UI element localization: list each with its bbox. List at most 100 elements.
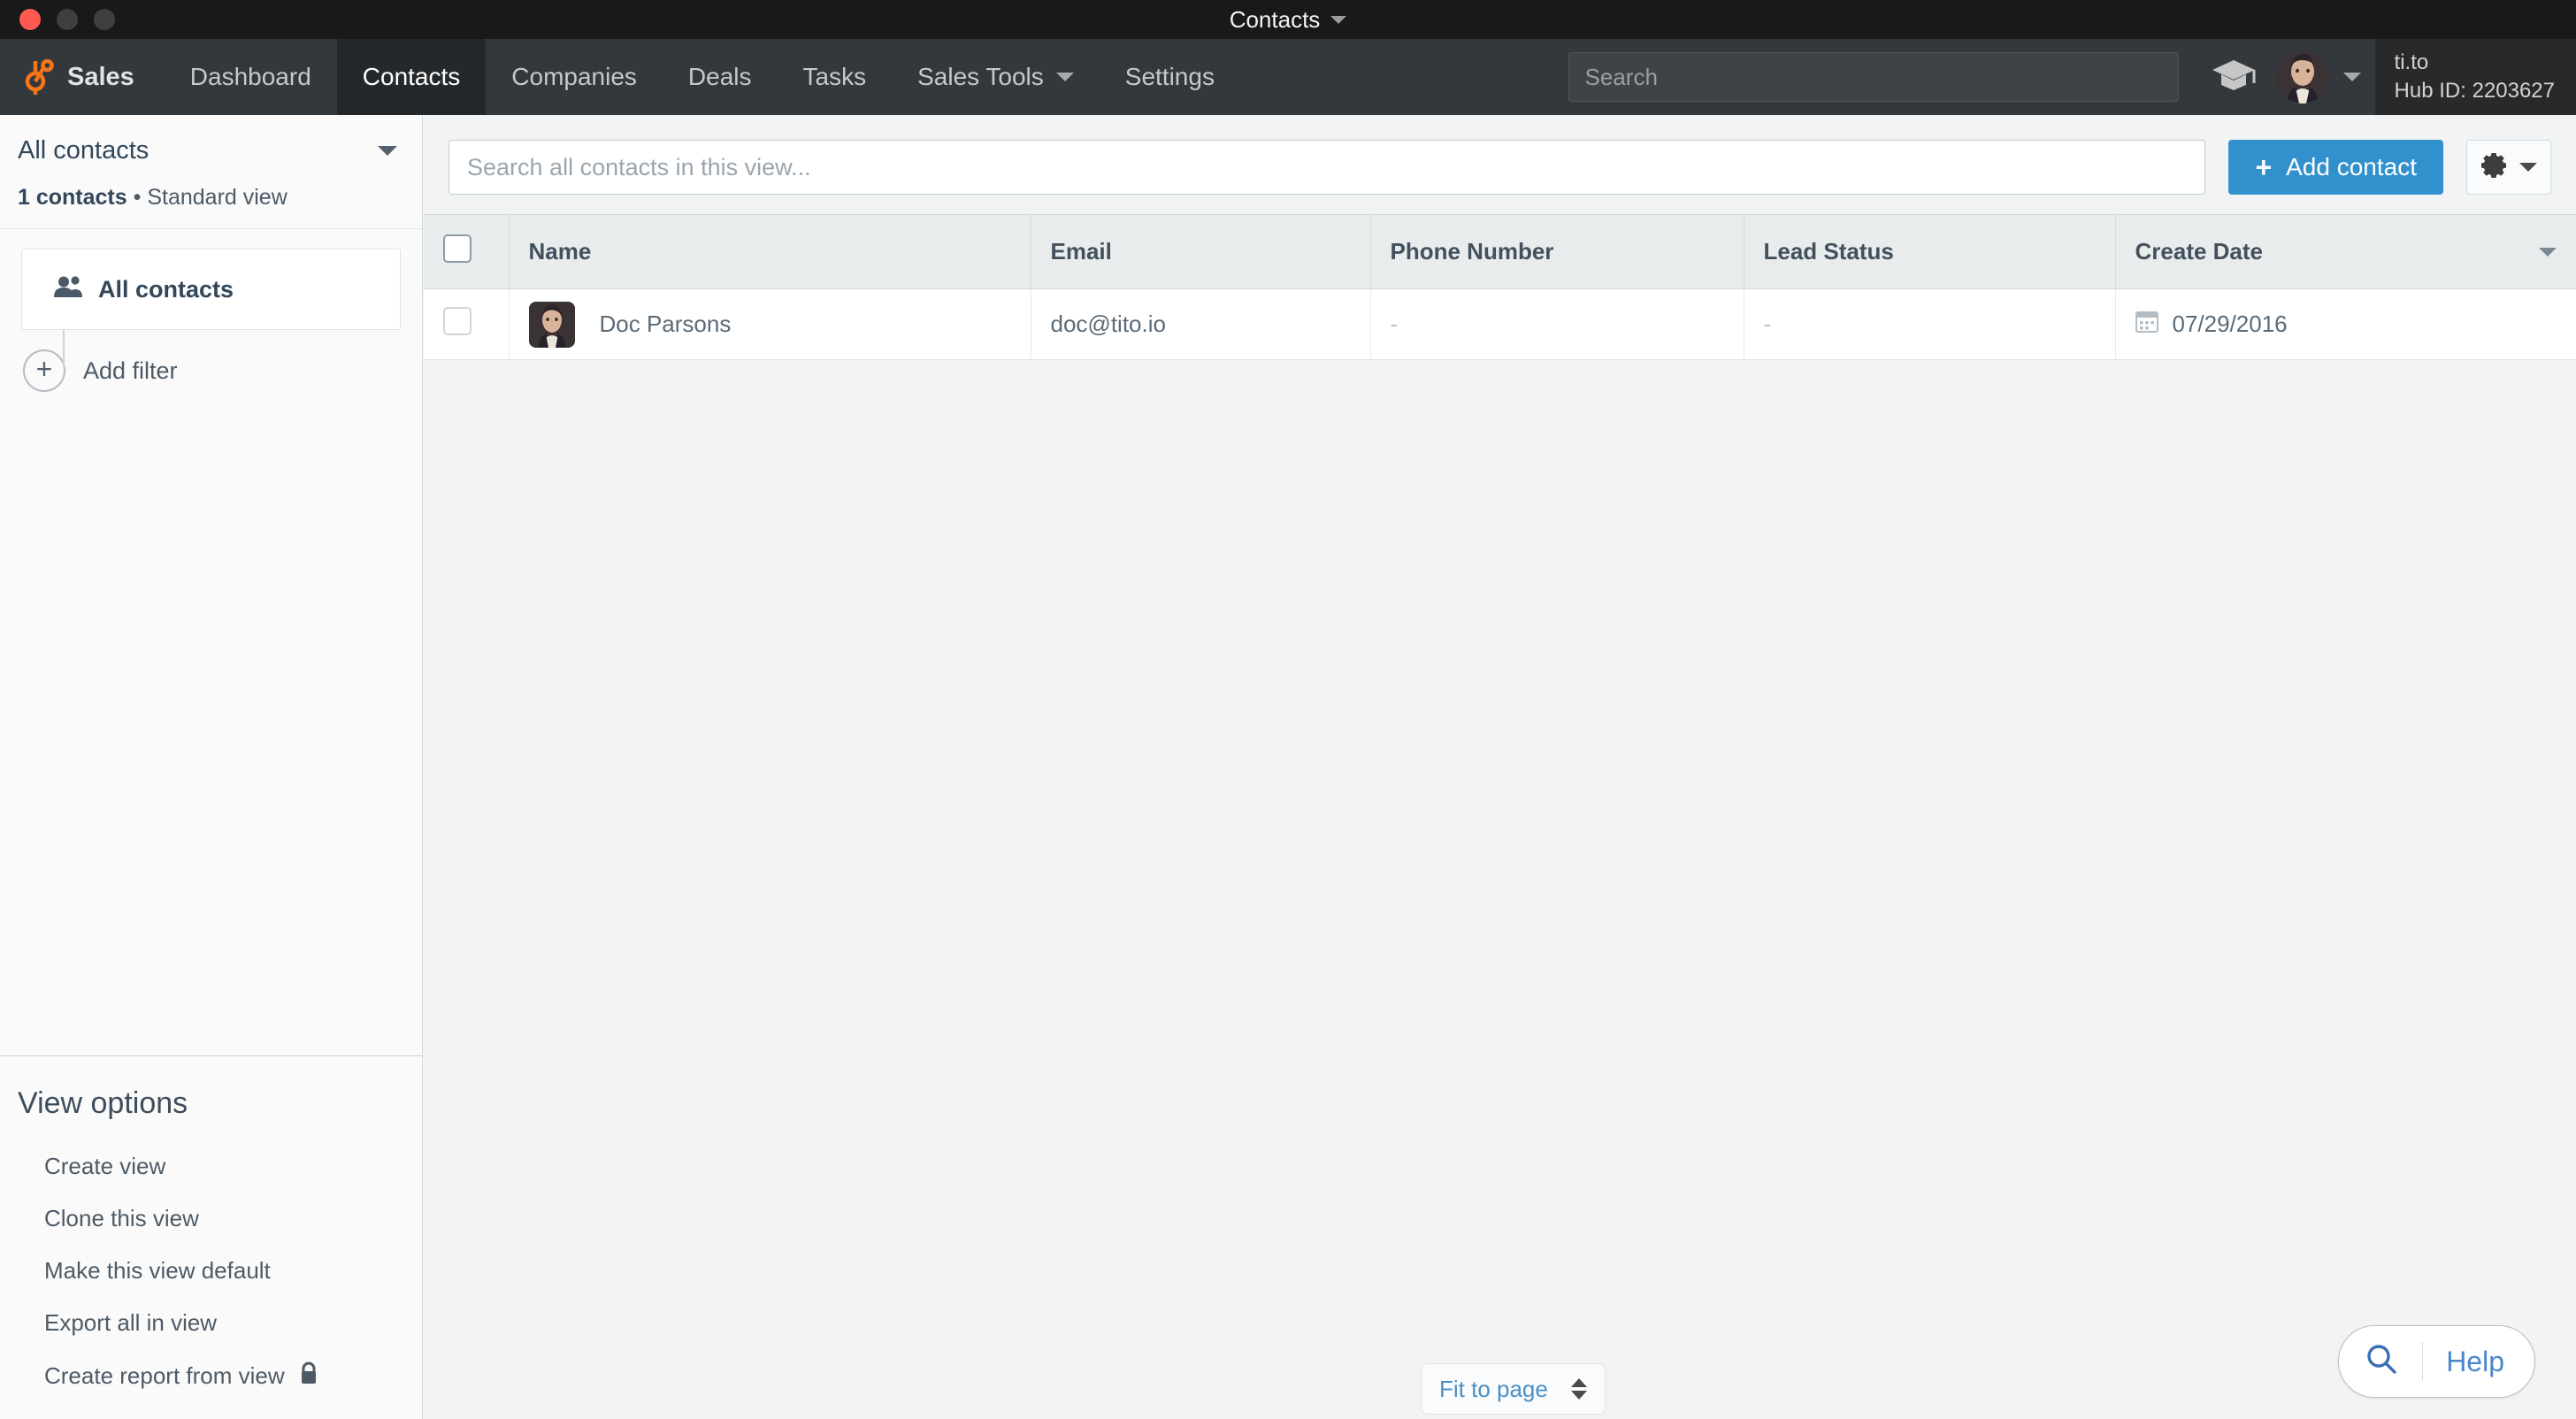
table-row[interactable]: Doc Parsons doc@tito.io - - 07/29/2016	[424, 288, 2576, 360]
contact-lead-status: -	[1763, 311, 1772, 337]
window-title-group: Contacts	[0, 0, 2576, 39]
chevron-down-icon[interactable]	[2342, 73, 2361, 81]
help-button[interactable]: Help	[2338, 1325, 2535, 1398]
help-divider	[2422, 1342, 2424, 1381]
lock-icon	[299, 1361, 318, 1391]
academy-button[interactable]	[2191, 39, 2276, 115]
contact-avatar	[528, 301, 575, 348]
brand-label: Sales	[67, 62, 134, 91]
add-filter-label: Add filter	[83, 357, 178, 384]
fit-to-page-label: Fit to page	[1439, 1375, 1548, 1402]
nav-item-sales-tools[interactable]: Sales Tools	[892, 39, 1100, 115]
table-settings-button[interactable]	[2466, 140, 2551, 195]
up-down-spinner-icon[interactable]	[1570, 1378, 1587, 1400]
view-summary-type: Standard view	[147, 185, 288, 210]
nav-item-companies[interactable]: Companies	[486, 39, 663, 115]
row-email-cell[interactable]: doc@tito.io	[1031, 288, 1371, 360]
view-option-make-this-view-default[interactable]: Make this view default	[18, 1245, 422, 1297]
filter-card-all-contacts[interactable]: All contacts	[21, 249, 401, 330]
add-contact-button[interactable]: + Add contact	[2228, 140, 2443, 195]
account-info[interactable]: ti.to Hub ID: 2203627	[2374, 39, 2576, 115]
plus-circle-icon: +	[23, 349, 65, 392]
nav-item-label: Deals	[687, 63, 752, 90]
select-all-header[interactable]	[424, 214, 510, 289]
view-header: All contacts 1 contacts • Standard view	[0, 115, 422, 229]
view-option-label: Export all in view	[44, 1309, 218, 1336]
view-option-export-all-in-view[interactable]: Export all in view	[18, 1297, 422, 1349]
row-name-cell[interactable]: Doc Parsons	[509, 288, 1031, 360]
column-header-lead-status[interactable]: Lead Status	[1744, 214, 2116, 289]
column-header-create-date[interactable]: Create Date	[2115, 214, 2576, 289]
search-icon[interactable]	[2364, 1342, 2399, 1382]
chevron-down-icon[interactable]	[1330, 15, 1347, 24]
calendar-icon	[2135, 310, 2158, 339]
row-create-date-cell[interactable]: 07/29/2016	[2115, 288, 2576, 360]
nav-item-contacts[interactable]: Contacts	[336, 39, 487, 115]
nav-item-tasks[interactable]: Tasks	[778, 39, 893, 115]
contact-phone: -	[1390, 311, 1399, 337]
column-label: Email	[1050, 238, 1112, 265]
app-navbar: Sales Dashboard Contacts Companies Deals…	[0, 39, 2576, 115]
view-option-label: Clone this view	[44, 1205, 199, 1231]
nav-item-deals[interactable]: Deals	[663, 39, 778, 115]
contacts-table: Name Email Phone Number Lead Status Crea…	[424, 214, 2576, 360]
avatar	[2275, 50, 2329, 104]
table-body: Doc Parsons doc@tito.io - - 07/29/2016	[424, 288, 2576, 360]
nav-item-label: Dashboard	[189, 63, 311, 90]
chevron-down-icon	[1055, 73, 1074, 81]
fit-to-page-select[interactable]: Fit to page	[1421, 1363, 1606, 1415]
hubspot-sprocket-icon	[23, 59, 55, 95]
contact-email: doc@tito.io	[1050, 311, 1166, 337]
filter-card-label: All contacts	[98, 275, 234, 303]
search-input[interactable]	[448, 140, 2206, 195]
column-header-phone-number[interactable]: Phone Number	[1370, 214, 1744, 289]
nav-item-label: Contacts	[362, 63, 461, 90]
filter-zone: All contacts + Add filter	[0, 229, 422, 392]
view-option-label: Create view	[44, 1153, 166, 1179]
column-label: Name	[528, 238, 592, 265]
select-all-checkbox[interactable]	[443, 234, 472, 263]
column-label: Lead Status	[1763, 238, 1894, 265]
nav-item-dashboard[interactable]: Dashboard	[165, 39, 337, 115]
row-lead-status-cell[interactable]: -	[1744, 288, 2116, 360]
help-label: Help	[2446, 1345, 2504, 1377]
view-option-clone-this-view[interactable]: Clone this view	[18, 1193, 422, 1245]
view-summary-separator: •	[126, 185, 148, 210]
global-search-input[interactable]	[1568, 52, 2179, 102]
view-option-label: Create report from view	[44, 1362, 285, 1389]
column-label: Phone Number	[1390, 238, 1554, 265]
column-label: Create Date	[2135, 238, 2264, 265]
chevron-down-icon[interactable]	[378, 146, 397, 156]
nav-item-label: Tasks	[802, 63, 867, 90]
view-options-panel: View options Create view Clone this view…	[0, 1055, 422, 1419]
caret-down-icon[interactable]	[2539, 247, 2557, 257]
filter-connector-line	[63, 330, 65, 367]
plus-icon: +	[2255, 151, 2273, 183]
table-header: Name Email Phone Number Lead Status Crea…	[424, 214, 2576, 289]
view-option-create-report-from-view[interactable]: Create report from view	[18, 1349, 422, 1403]
view-options-heading: View options	[18, 1086, 188, 1120]
navbar-spacer	[1240, 39, 1568, 115]
row-checkbox[interactable]	[443, 307, 472, 335]
view-option-create-view[interactable]: Create view	[18, 1140, 422, 1193]
row-phone-cell[interactable]: -	[1370, 288, 1744, 360]
contacts-people-icon	[54, 275, 82, 304]
nav-item-settings[interactable]: Settings	[1100, 39, 1240, 115]
view-summary: 1 contacts • Standard view	[18, 185, 397, 211]
table-header-row: Name Email Phone Number Lead Status Crea…	[424, 214, 2576, 289]
brand-logo[interactable]: Sales	[0, 39, 165, 115]
column-header-name[interactable]: Name	[509, 214, 1031, 289]
row-select-cell[interactable]	[424, 288, 510, 360]
contact-name: Doc Parsons	[599, 311, 732, 337]
window-title: Contacts	[1229, 6, 1321, 33]
account-name: ti.to	[2394, 50, 2429, 74]
view-selector[interactable]: All contacts	[18, 136, 397, 165]
account-menu[interactable]	[2275, 39, 2375, 115]
contacts-toolbar: + Add contact	[424, 115, 2576, 214]
nav-item-label: Settings	[1124, 63, 1215, 90]
add-filter-button[interactable]: + Add filter	[23, 349, 401, 392]
column-header-email[interactable]: Email	[1031, 214, 1371, 289]
gear-icon	[2480, 151, 2509, 184]
view-option-label: Make this view default	[44, 1257, 271, 1284]
contact-create-date: 07/29/2016	[2172, 311, 2288, 337]
